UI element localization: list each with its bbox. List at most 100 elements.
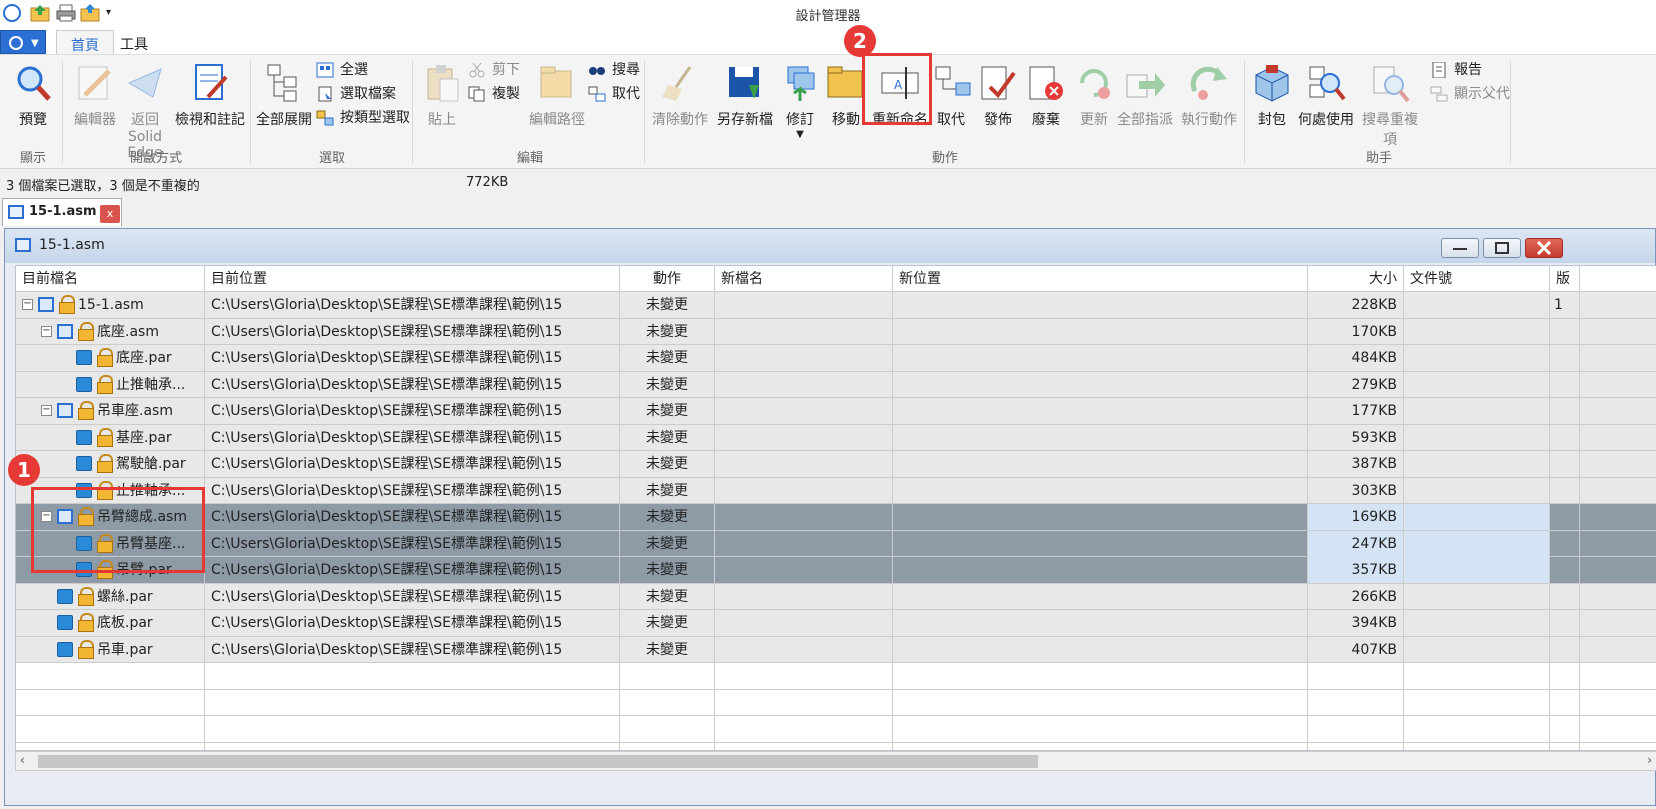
collapse-toggle-icon[interactable]: − xyxy=(41,325,52,337)
group-label-action: 動作 xyxy=(931,151,958,166)
assign-all-label: 全部指派 xyxy=(1117,112,1173,128)
column-header-action[interactable]: 動作 xyxy=(620,266,715,292)
horizontal-scrollbar[interactable]: ‹ › xyxy=(15,751,1656,771)
revision-cell xyxy=(1550,477,1580,504)
location-cell: C:\Users\Gloria\Desktop\SE課程\SE標準課程\範例\1… xyxy=(205,398,620,424)
execute-action-button[interactable]: 執行動作 xyxy=(1180,63,1238,129)
new-location-cell xyxy=(893,477,1308,504)
table-row[interactable]: 底座.par C:\Users\Gloria\Desktop\SE課程\SE標準課… xyxy=(16,345,1656,372)
copy-icon xyxy=(468,86,486,102)
obsolete-button[interactable]: 廢棄 xyxy=(1026,63,1066,129)
table-row[interactable]: 螺絲.par C:\Users\Gloria\Desktop\SE課程\SE標準課… xyxy=(16,583,1656,610)
search-button[interactable]: 搜尋 xyxy=(588,59,640,81)
find-duplicates-icon xyxy=(1370,63,1410,103)
table-row[interactable]: 吊車.par C:\Users\Gloria\Desktop\SE課程\SE標準課… xyxy=(16,636,1656,663)
select-all-button[interactable]: 全選 xyxy=(316,59,368,81)
column-header-new-location[interactable]: 新位置 xyxy=(893,266,1308,292)
revision-cell xyxy=(1550,318,1580,345)
assign-all-button[interactable]: 全部指派 xyxy=(1116,63,1174,129)
cut-button[interactable]: 剪下 xyxy=(468,59,520,81)
paste-button[interactable]: 貼上 xyxy=(420,63,464,129)
new-name-cell xyxy=(715,689,893,716)
column-header-revision[interactable]: 版 xyxy=(1550,266,1580,292)
edit-path-button[interactable]: 編輯路徑 xyxy=(528,63,586,129)
column-header-size[interactable]: 大小 xyxy=(1308,266,1404,292)
editor-button[interactable]: 編輯器 xyxy=(68,63,122,129)
new-location-cell xyxy=(893,636,1308,663)
column-header-current-name[interactable]: 目前檔名 xyxy=(16,266,205,292)
table-row[interactable]: − 吊車座.asm C:\Users\Gloria\Desktop\SE課程\SE標… xyxy=(16,398,1656,425)
preview-button[interactable]: 預覽 xyxy=(8,63,58,129)
report-button[interactable]: 報告 xyxy=(1430,59,1482,81)
save-as-new-button[interactable]: 另存新檔 xyxy=(716,63,774,129)
revise-dropdown-arrow[interactable]: ▼ xyxy=(780,129,820,141)
new-name-cell xyxy=(715,318,893,345)
new-location-cell xyxy=(893,689,1308,716)
column-header-doc-number[interactable]: 文件號 xyxy=(1404,266,1550,292)
table-row[interactable]: 吊臂基座... C:\Users\Gloria\Desktop\SE課程\SE標準… xyxy=(16,530,1656,557)
doc-number-cell xyxy=(1404,398,1550,424)
file-name: 底座.par xyxy=(116,350,172,366)
location-cell xyxy=(205,663,620,689)
group-label-edit: 編輯 xyxy=(516,151,543,166)
update-button[interactable]: 更新 xyxy=(1074,63,1114,129)
replace-button[interactable]: 取代 xyxy=(934,63,971,129)
scroll-left-icon[interactable]: ‹ xyxy=(20,753,25,767)
expand-all-button[interactable]: 全部展開 xyxy=(256,63,312,129)
table-row[interactable]: 止推軸承... C:\Users\Gloria\Desktop\SE課程\SE標準… xyxy=(16,477,1656,504)
collapse-toggle-icon[interactable]: − xyxy=(22,299,33,310)
find-duplicates-button[interactable]: 搜尋重複項 xyxy=(1356,63,1424,149)
collapse-toggle-icon[interactable]: − xyxy=(41,405,52,416)
new-location-cell xyxy=(893,424,1308,451)
column-header-current-location[interactable]: 目前位置 xyxy=(205,266,620,292)
publish-button[interactable]: 發佈 xyxy=(978,63,1018,129)
update-icon xyxy=(1074,63,1114,103)
edit-path-icon xyxy=(537,63,577,103)
tab-tools[interactable]: 工具 xyxy=(106,30,162,54)
editor-label: 編輯器 xyxy=(74,112,116,128)
select-by-type-button[interactable]: 按類型選取 xyxy=(316,107,410,129)
clear-action-button[interactable]: 清除動作 xyxy=(650,63,710,129)
inspect-annotate-button[interactable]: 檢視和註記 xyxy=(174,63,246,129)
copy-button[interactable]: 複製 xyxy=(468,83,520,105)
where-used-button[interactable]: 何處使用 xyxy=(1298,63,1354,129)
name-cell: 底板.par xyxy=(16,610,205,636)
move-button[interactable]: 移動 xyxy=(826,63,866,129)
pack-button[interactable]: 封包 xyxy=(1252,63,1292,129)
table-row[interactable]: − 底座.asm C:\Users\Gloria\Desktop\SE課程\SE標準… xyxy=(16,318,1656,345)
maximize-button[interactable] xyxy=(1483,238,1521,258)
table-row[interactable]: 基座.par C:\Users\Gloria\Desktop\SE課程\SE標準課… xyxy=(16,424,1656,451)
table-row[interactable]: 底板.par C:\Users\Gloria\Desktop\SE課程\SE標準課… xyxy=(16,610,1656,637)
document-tab[interactable]: 15-1.asm x xyxy=(2,198,122,226)
close-window-button[interactable] xyxy=(1525,238,1563,258)
scroll-thumb[interactable] xyxy=(38,755,1038,768)
table-row[interactable]: − 吊臂總成.asm C:\Users\Gloria\Desktop\SE課程\SE… xyxy=(16,504,1656,531)
scroll-right-icon[interactable]: › xyxy=(1647,753,1652,767)
lock-icon xyxy=(96,454,114,473)
group-divider xyxy=(1244,61,1245,163)
save-disk-icon xyxy=(725,63,765,103)
empty-row xyxy=(16,689,1656,716)
pack-label: 封包 xyxy=(1258,112,1286,128)
table-row[interactable]: 吊臂.par C:\Users\Gloria\Desktop\SE課程\SE標準課… xyxy=(16,557,1656,584)
status-bar: 3 個檔案已選取，3 個是不重複的 772KB xyxy=(0,170,1656,196)
select-files-button[interactable]: 選取檔案 xyxy=(316,83,396,105)
name-cell: 吊車.par xyxy=(16,636,205,663)
show-parent-button[interactable]: 顯示父代 xyxy=(1430,83,1510,105)
revision-cell xyxy=(1550,530,1580,557)
minimize-button[interactable] xyxy=(1441,238,1479,258)
lock-icon xyxy=(96,427,114,447)
table-row[interactable]: 止推軸承... C:\Users\Gloria\Desktop\SE課程\SE標準… xyxy=(16,371,1656,398)
revise-button[interactable]: 修訂 ▼ xyxy=(780,63,820,141)
application-menu-button[interactable]: ▼ xyxy=(0,30,46,54)
new-location-cell xyxy=(893,318,1308,345)
binoculars-icon xyxy=(588,62,606,78)
close-tab-button[interactable]: x xyxy=(100,205,120,223)
table-row[interactable]: − 15-1.asm C:\Users\Gloria\Desktop\SE課程\SE… xyxy=(16,292,1656,319)
new-location-cell xyxy=(893,742,1308,750)
size-cell: 387KB xyxy=(1308,451,1404,477)
location-cell: C:\Users\Gloria\Desktop\SE課程\SE標準課程\範例\1… xyxy=(205,530,620,557)
column-header-new-name[interactable]: 新檔名 xyxy=(715,266,893,292)
replace-small-button[interactable]: 取代 xyxy=(588,83,640,105)
table-row[interactable]: 駕駛艙.par C:\Users\Gloria\Desktop\SE課程\SE標準… xyxy=(16,451,1656,478)
